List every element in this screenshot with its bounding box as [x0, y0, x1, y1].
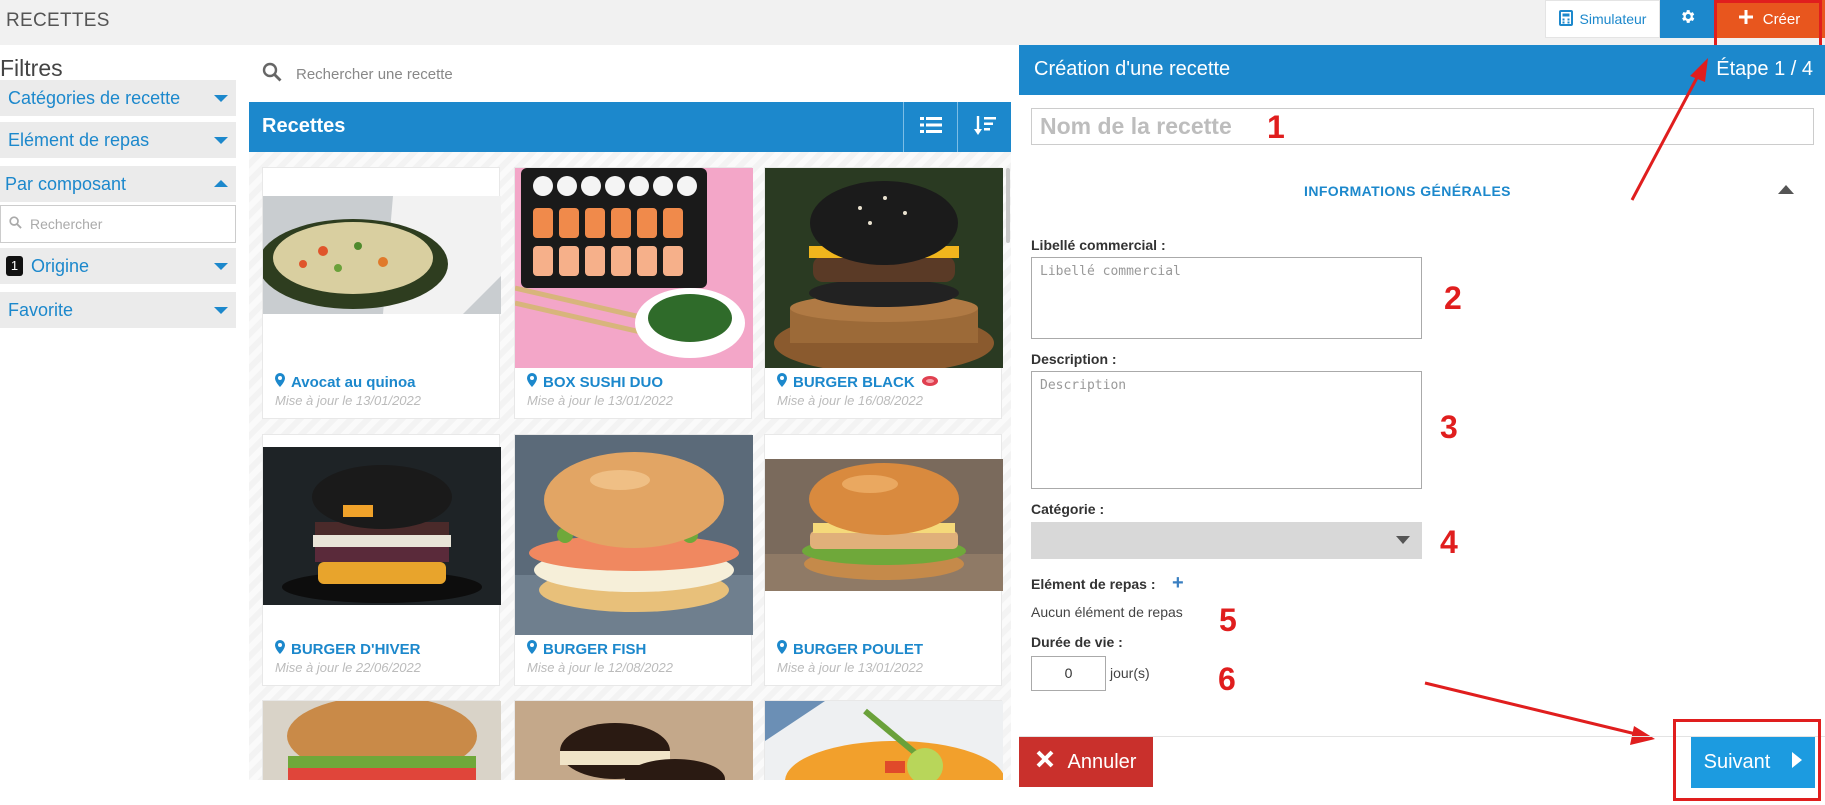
annuler-label: Annuler: [1067, 750, 1137, 773]
annotation-arrows: [1424, 58, 1708, 745]
close-icon: [1036, 750, 1054, 774]
annotation-highlight-suivant: [1673, 719, 1821, 801]
annuler-button[interactable]: Annuler: [1019, 737, 1153, 787]
